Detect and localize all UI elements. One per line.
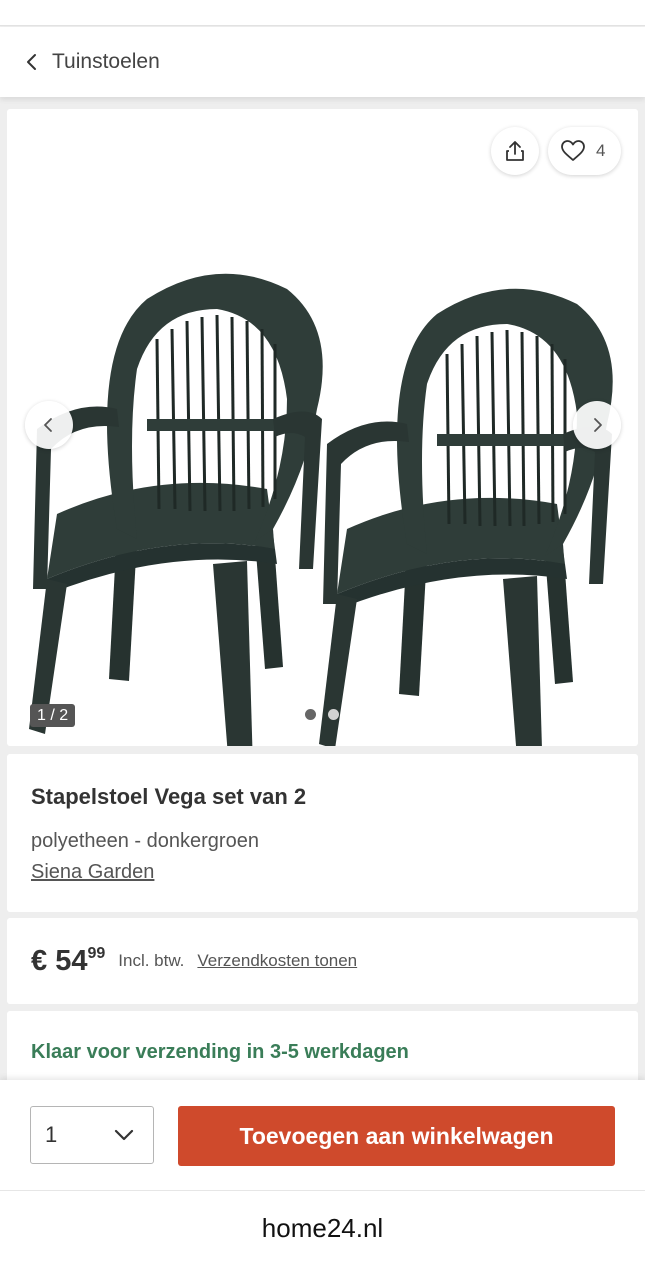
shipping-costs-link[interactable]: Verzendkosten tonen xyxy=(197,951,357,971)
browser-url[interactable]: home24.nl xyxy=(0,1190,645,1280)
price: € 5499 xyxy=(31,945,105,978)
back-link-label[interactable]: Tuinstoelen xyxy=(52,50,160,74)
product-subtitle: polyetheen - donkergroen xyxy=(31,830,259,852)
add-to-cart-button[interactable]: Toevoegen aan winkelwagen xyxy=(178,1106,615,1166)
price-cents: 99 xyxy=(87,944,106,962)
chevron-down-icon xyxy=(114,1129,134,1141)
price-section: € 5499 Incl. btw. Verzendkosten tonen xyxy=(7,918,638,1004)
price-currency: € xyxy=(31,944,48,977)
image-counter: 1 / 2 xyxy=(30,704,76,727)
vat-note: Incl. btw. xyxy=(118,951,185,970)
product-title: Stapelstoel Vega set van 2 xyxy=(31,784,307,809)
quantity-value: 1 xyxy=(45,1122,58,1147)
brand-link[interactable]: Siena Garden xyxy=(31,861,154,884)
wishlist-button[interactable]: 4 xyxy=(548,127,621,175)
heart-icon xyxy=(561,140,585,161)
chevron-right-icon xyxy=(594,418,602,432)
pagination-dot-active[interactable] xyxy=(305,709,316,720)
quantity-select[interactable]: 1 xyxy=(30,1106,154,1164)
status-strip xyxy=(0,0,645,26)
product-info: Stapelstoel Vega set van 2 polyetheen - … xyxy=(7,754,638,912)
delivery-status: Klaar voor verzending in 3-5 werkdagen xyxy=(31,1041,409,1063)
price-whole: 54 xyxy=(55,944,88,977)
product-image xyxy=(27,272,615,746)
chevron-left-icon[interactable] xyxy=(22,52,42,72)
image-pagination xyxy=(305,709,339,720)
next-image-button[interactable] xyxy=(573,401,621,449)
share-icon xyxy=(506,141,524,161)
product-gallery[interactable]: 4 1 / 2 xyxy=(7,109,638,746)
previous-image-button[interactable] xyxy=(25,401,73,449)
share-button[interactable] xyxy=(491,127,539,175)
chevron-left-icon xyxy=(44,418,52,432)
pagination-dot[interactable] xyxy=(328,709,339,720)
add-to-cart-bar: 1 Toevoegen aan winkelwagen xyxy=(0,1080,645,1190)
page-header: Tuinstoelen xyxy=(0,27,645,97)
wishlist-count: 4 xyxy=(596,141,606,160)
